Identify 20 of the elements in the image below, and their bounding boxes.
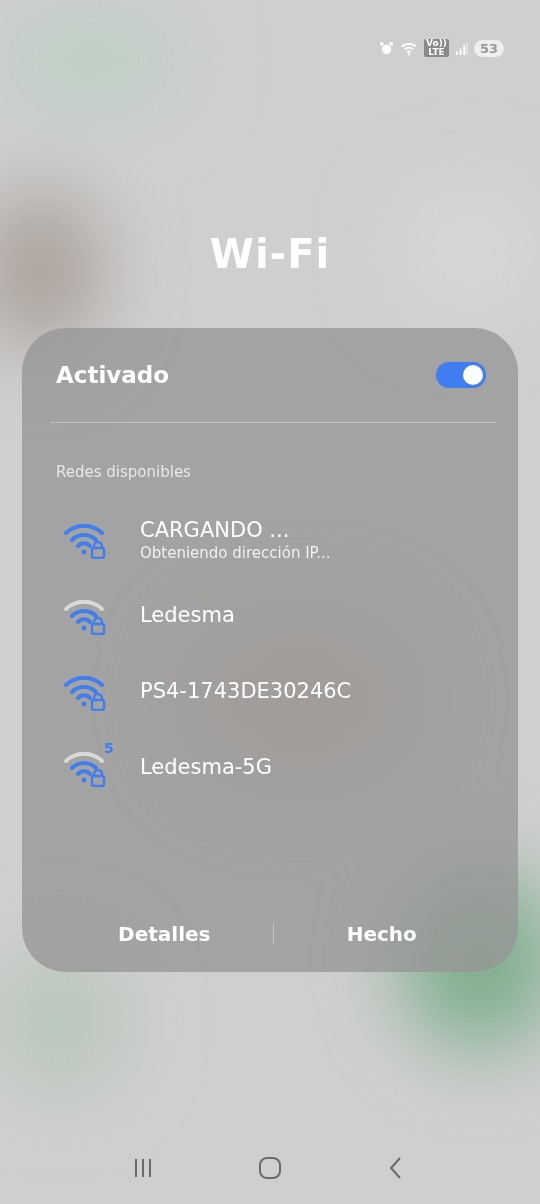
network-name: Ledesma-5G [140, 754, 272, 781]
network-name: Ledesma [140, 602, 235, 629]
switch-label: Activado [56, 362, 170, 388]
network-item[interactable]: Ledesma [56, 577, 490, 653]
network-item[interactable]: PS4-1743DE30246C [56, 653, 490, 729]
wifi-icon [400, 40, 418, 56]
section-label: Redes disponibles [56, 463, 192, 481]
network-name: PS4-1743DE30246C [140, 678, 352, 705]
alarm-icon [379, 40, 394, 56]
network-status: Obteniendo dirección IP... [140, 544, 331, 562]
home-icon[interactable] [258, 1156, 282, 1180]
signal-icon [454, 41, 468, 55]
network-item[interactable]: CARGANDO ... Obteniendo dirección IP... [56, 501, 490, 577]
toggle-switch[interactable] [436, 362, 486, 388]
band-label: 5 [104, 741, 114, 755]
network-type-label: Vo)) LTE [424, 39, 449, 57]
dialog-button[interactable]: Hecho [273, 914, 490, 954]
network-name: CARGANDO ... [140, 517, 291, 544]
dialog-button[interactable]: Detalles [56, 914, 273, 954]
network-item[interactable]: 5 Ledesma-5G [56, 729, 490, 805]
